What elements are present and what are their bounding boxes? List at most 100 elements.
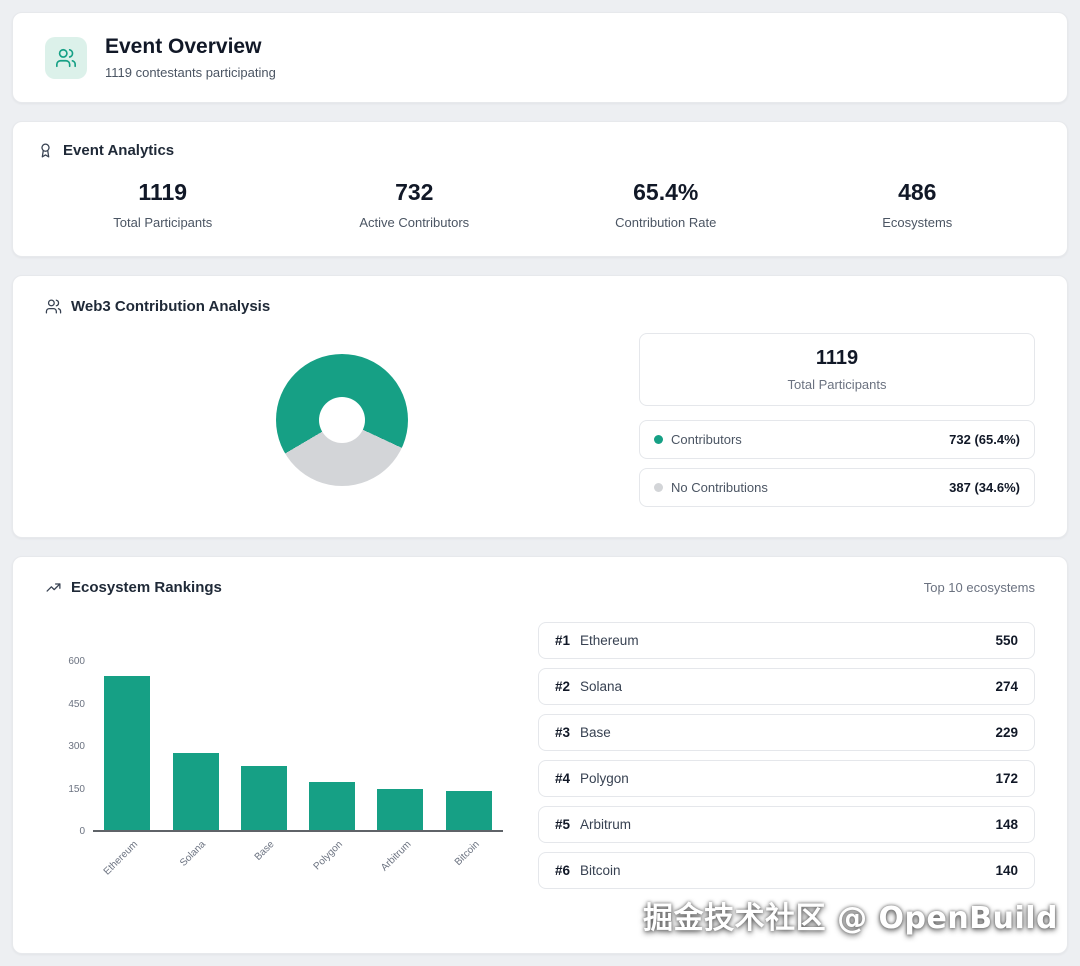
stat-label: Active Contributors — [289, 215, 541, 230]
rank-name: Base — [580, 725, 611, 740]
rank-name: Ethereum — [580, 633, 639, 648]
rank-value: 148 — [995, 817, 1018, 832]
bar-y-axis: 0150300450600 — [59, 662, 93, 832]
stat-label: Contribution Rate — [540, 215, 792, 230]
rank-number: #3 — [555, 725, 570, 740]
bar-polygon[interactable] — [309, 782, 355, 830]
bar-solana[interactable] — [173, 753, 219, 830]
rankings-body: 0150300450600 EthereumSolanaBasePolygonA… — [45, 622, 1035, 906]
x-axis-label: Bitcoin — [452, 839, 481, 868]
rank-left: #1 Ethereum — [555, 633, 639, 648]
total-participants-box: 1119 Total Participants — [639, 333, 1035, 406]
rankings-list: #1 Ethereum 550 #2 Solana 274 #3 Base — [538, 622, 1035, 906]
total-participants-value: 1119 — [650, 347, 1024, 370]
bar-bitcoin[interactable] — [446, 791, 492, 830]
rank-row-solana: #2 Solana 274 — [538, 668, 1035, 705]
rank-number: #4 — [555, 771, 570, 786]
contestants-people-icon — [45, 37, 87, 79]
rank-name: Solana — [580, 679, 622, 694]
rank-name: Arbitrum — [580, 817, 631, 832]
analytics-header: Event Analytics — [37, 142, 1043, 159]
rank-number: #1 — [555, 633, 570, 648]
rank-left: #4 Polygon — [555, 771, 629, 786]
y-axis-tick: 150 — [68, 784, 85, 795]
stat-value: 1119 — [37, 179, 289, 206]
rank-number: #2 — [555, 679, 570, 694]
stat-value: 65.4% — [540, 179, 792, 206]
x-axis-label: Solana — [179, 839, 209, 869]
contribution-header: Web3 Contribution Analysis — [45, 298, 1035, 315]
legend-left: Contributors — [654, 432, 742, 447]
stat-active-contributors: 732 Active Contributors — [289, 179, 541, 230]
rankings-header: Ecosystem Rankings Top 10 ecosystems — [45, 579, 1035, 596]
rank-left: #2 Solana — [555, 679, 622, 694]
contribution-analysis-card: Web3 Contribution Analysis 1119 Total Pa… — [12, 275, 1068, 538]
rankings-title-group: Ecosystem Rankings — [45, 579, 222, 596]
rank-value: 172 — [995, 771, 1018, 786]
award-icon — [37, 142, 54, 159]
stats-row: 1119 Total Participants 732 Active Contr… — [37, 179, 1043, 230]
rankings-note: Top 10 ecosystems — [924, 580, 1035, 595]
users-icon — [45, 298, 62, 315]
y-axis-tick: 300 — [68, 741, 85, 752]
donut-chart-area — [45, 354, 639, 486]
legend-value: 387 (34.6%) — [949, 480, 1020, 495]
ecosystem-rankings-card: Ecosystem Rankings Top 10 ecosystems 0 15… — [12, 556, 1068, 954]
legend-row-no-contributions: No Contributions 387 (34.6%) — [639, 468, 1035, 507]
legend-label: Contributors — [671, 432, 742, 447]
stat-label: Total Participants — [37, 215, 289, 230]
rank-row-base: #3 Base 229 — [538, 714, 1035, 751]
rankings-title: Ecosystem Rankings — [71, 579, 222, 596]
stat-label: Ecosystems — [792, 215, 1044, 230]
legend-label: No Contributions — [671, 480, 768, 495]
rank-name: Bitcoin — [580, 863, 621, 878]
y-axis-tick: 600 — [68, 656, 85, 667]
legend-value: 732 (65.4%) — [949, 432, 1020, 447]
rank-left: #3 Base — [555, 725, 611, 740]
bar-col-base: Base — [230, 662, 298, 830]
rank-number: #5 — [555, 817, 570, 832]
rank-left: #6 Bitcoin — [555, 863, 621, 878]
x-axis-label: Arbitrum — [379, 839, 414, 874]
bar-base[interactable] — [241, 766, 287, 830]
no-contributions-dot-icon — [654, 483, 663, 492]
contribution-panel: 1119 Total Participants Contributors 732… — [639, 333, 1035, 507]
bar-col-arbitrum: Arbitrum — [366, 662, 434, 830]
bar-arbitrum[interactable] — [377, 789, 423, 830]
rank-number: #6 — [555, 863, 570, 878]
bar-col-polygon: Polygon — [298, 662, 366, 830]
rank-row-polygon: #4 Polygon 172 — [538, 760, 1035, 797]
total-participants-label: Total Participants — [650, 377, 1024, 392]
rank-row-arbitrum: #5 Arbitrum 148 — [538, 806, 1035, 843]
rank-name: Polygon — [580, 771, 629, 786]
stat-total-participants: 1119 Total Participants — [37, 179, 289, 230]
rank-value: 140 — [995, 863, 1018, 878]
rank-value: 229 — [995, 725, 1018, 740]
contribution-donut[interactable] — [276, 354, 408, 486]
contribution-title: Web3 Contribution Analysis — [71, 298, 270, 315]
bar-ethereum[interactable] — [104, 676, 150, 830]
y-axis-tick: 450 — [68, 699, 85, 710]
stat-ecosystems: 486 Ecosystems — [792, 179, 1044, 230]
rank-value: 550 — [995, 633, 1018, 648]
analytics-title: Event Analytics — [63, 142, 174, 159]
x-axis-label: Ethereum — [102, 839, 140, 877]
trending-up-icon — [45, 579, 62, 596]
page-title: Event Overview — [105, 35, 276, 59]
ecosystem-bar-chart: 0150300450600 EthereumSolanaBasePolygonA… — [45, 622, 510, 906]
bar-col-ethereum: Ethereum — [93, 662, 161, 830]
contribution-body: 1119 Total Participants Contributors 732… — [45, 333, 1035, 507]
bar-series: EthereumSolanaBasePolygonArbitrumBitcoin — [93, 662, 503, 832]
y-axis-tick: 0 — [79, 826, 85, 837]
rank-value: 274 — [995, 679, 1018, 694]
rank-row-ethereum: #1 Ethereum 550 — [538, 622, 1035, 659]
x-axis-label: Polygon — [312, 839, 345, 872]
stat-value: 486 — [792, 179, 1044, 206]
stat-value: 732 — [289, 179, 541, 206]
bar-chart: 0150300450600 EthereumSolanaBasePolygonA… — [59, 662, 510, 832]
contributors-dot-icon — [654, 435, 663, 444]
event-analytics-card: Event Analytics 1119 Total Participants … — [12, 121, 1068, 257]
dashboard-page: Event Overview 1119 contestants particip… — [0, 0, 1080, 966]
legend-row-contributors: Contributors 732 (65.4%) — [639, 420, 1035, 459]
legend-left: No Contributions — [654, 480, 768, 495]
